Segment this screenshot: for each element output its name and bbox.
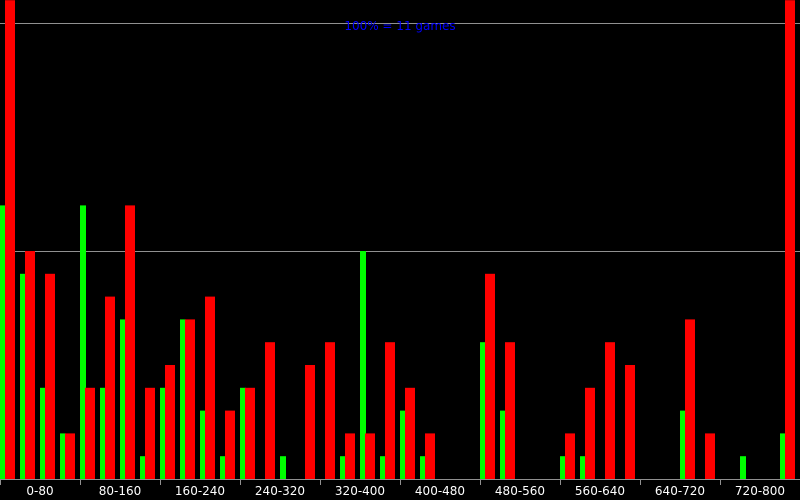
red-bar xyxy=(25,251,35,479)
red-bar xyxy=(145,387,155,479)
red-bar xyxy=(205,296,215,479)
x-tick-label: 480-560 xyxy=(495,484,545,498)
x-tick-label: 320-400 xyxy=(335,484,385,498)
red-bar xyxy=(245,387,255,479)
chart-annotation: 100% = 11 games xyxy=(344,19,455,33)
red-bar xyxy=(5,0,15,479)
x-tick-label: 240-320 xyxy=(255,484,305,498)
x-tick-label: 0-80 xyxy=(26,484,53,498)
red-bar xyxy=(325,342,335,479)
x-tick-label: 80-160 xyxy=(99,484,142,498)
x-tick-label: 160-240 xyxy=(175,484,225,498)
x-tick-label: 400-480 xyxy=(415,484,465,498)
x-tick-label: 640-720 xyxy=(655,484,705,498)
red-bar xyxy=(305,365,315,479)
x-tick-label: 720-800 xyxy=(735,484,785,498)
red-bar xyxy=(585,387,595,479)
red-bar xyxy=(485,273,495,479)
red-bar xyxy=(165,365,175,479)
green-bar xyxy=(280,456,286,479)
red-bar xyxy=(565,433,575,479)
red-bar xyxy=(185,319,195,479)
chart: 0-80 80-160 160-240 240-320 320-400 400-480 48… xyxy=(0,0,800,500)
green-bar xyxy=(740,456,746,479)
red-bar xyxy=(45,273,55,479)
red-bar xyxy=(385,342,395,479)
red-bar xyxy=(225,410,235,479)
red-bar xyxy=(685,319,695,479)
red-bar xyxy=(425,433,435,479)
red-bar xyxy=(785,0,795,479)
red-bar xyxy=(625,365,635,479)
red-bar xyxy=(405,387,415,479)
red-bar xyxy=(505,342,515,479)
x-tick-label: 560-640 xyxy=(575,484,625,498)
red-bar xyxy=(125,205,135,479)
red-bar xyxy=(365,433,375,479)
red-bar xyxy=(105,296,115,479)
red-bar xyxy=(345,433,355,479)
red-bar xyxy=(705,433,715,479)
red-bar xyxy=(605,342,615,479)
red-bar xyxy=(85,387,95,479)
red-bar xyxy=(265,342,275,479)
red-bar xyxy=(65,433,75,479)
